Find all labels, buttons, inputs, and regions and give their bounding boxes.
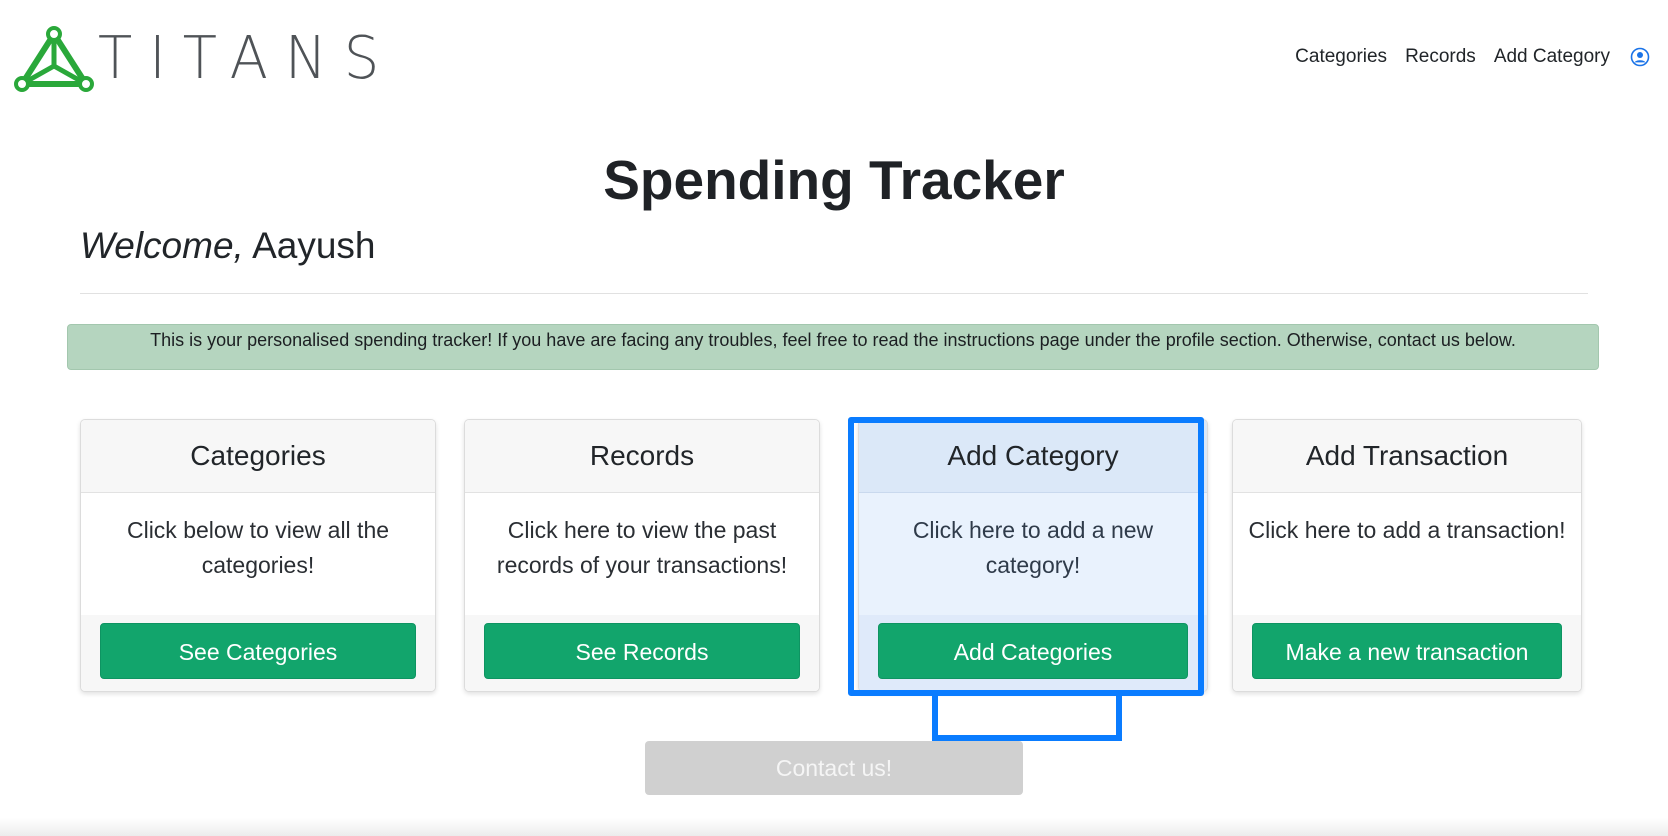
make-new-transaction-button[interactable]: Make a new transaction xyxy=(1252,623,1562,679)
user-circle-icon[interactable] xyxy=(1630,47,1650,67)
card-footer: Make a new transaction xyxy=(1233,615,1581,691)
info-banner: This is your personalised spending track… xyxy=(67,324,1599,370)
nav-link-add-category[interactable]: Add Category xyxy=(1494,46,1610,68)
card-text: Click below to view all the categories! xyxy=(126,517,390,578)
card-text: Click here to add a new category! xyxy=(912,517,1154,578)
triangle-logo-icon xyxy=(14,26,94,92)
card-footer: Add Categories xyxy=(859,615,1207,691)
welcome-message: Welcome, Aayush xyxy=(80,224,375,268)
card-title: Add Transaction xyxy=(1233,420,1581,493)
card-text: Click here to add a transaction! xyxy=(1248,517,1566,543)
card-add-category: Add Category Click here to add a new cat… xyxy=(858,419,1208,692)
see-categories-button[interactable]: See Categories xyxy=(100,623,416,679)
highlight-annotation-tab xyxy=(932,696,1122,741)
divider xyxy=(80,293,1588,294)
brand-name: TITANS xyxy=(98,24,397,93)
page-bottom-shadow xyxy=(0,818,1668,836)
card-categories: Categories Click below to view all the c… xyxy=(80,419,436,692)
welcome-greeting: Welcome, xyxy=(80,225,244,266)
card-title: Categories xyxy=(81,420,435,493)
card-footer: See Categories xyxy=(81,615,435,691)
nav-link-records[interactable]: Records xyxy=(1405,46,1476,68)
contact-us-button[interactable]: Contact us! xyxy=(645,741,1023,795)
see-records-button[interactable]: See Records xyxy=(484,623,800,679)
titans-logo[interactable]: TITANS xyxy=(14,26,396,92)
add-categories-button[interactable]: Add Categories xyxy=(878,623,1188,679)
user-name: Aayush xyxy=(252,225,376,266)
card-add-transaction: Add Transaction Click here to add a tran… xyxy=(1232,419,1582,692)
top-nav: Categories Records Add Category xyxy=(1295,46,1650,68)
card-records: Records Click here to view the past reco… xyxy=(464,419,820,692)
card-footer: See Records xyxy=(465,615,819,691)
nav-link-categories[interactable]: Categories xyxy=(1295,46,1387,68)
page-title: Spending Tracker xyxy=(603,149,1065,211)
card-title: Add Category xyxy=(859,420,1207,493)
card-text: Click here to view the past records of y… xyxy=(496,517,788,578)
card-title: Records xyxy=(465,420,819,493)
